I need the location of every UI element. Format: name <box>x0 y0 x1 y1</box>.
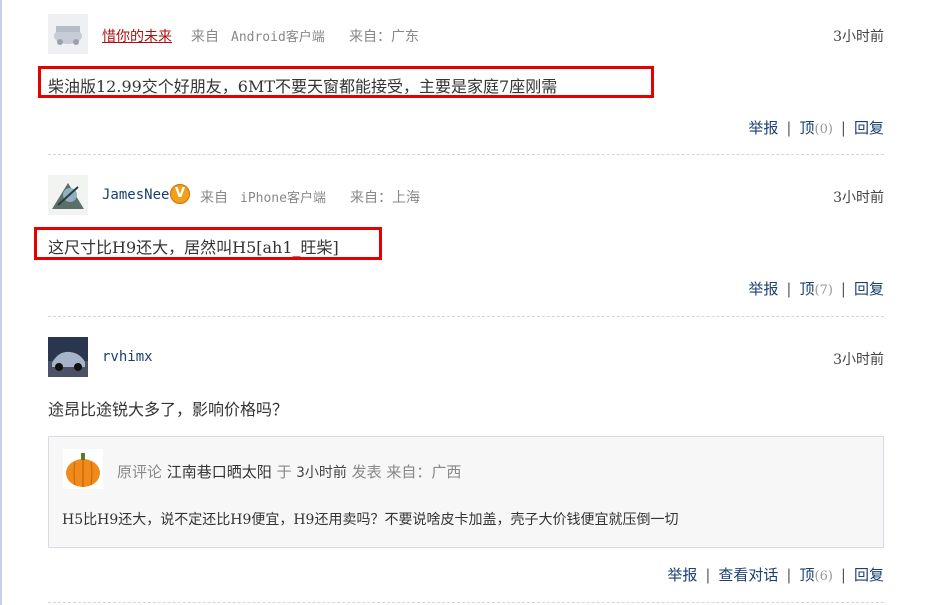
username-link[interactable]: JamesNee <box>102 187 169 203</box>
up-label: 顶 <box>799 566 815 584</box>
comment-actions: 举报 | 查看对话 | 顶(6) | 回复 <box>667 564 884 585</box>
up-label: 顶 <box>799 280 815 298</box>
quoted-comment: 原评论 江南巷口晒太阳 于 3小时前 发表 来自：广西 H5比H9还大，说不定还… <box>48 436 884 548</box>
comment-meta: 惜你的未来 来自 Android客户端 来自：广东 3小时前 <box>48 14 884 54</box>
region-source: 来自：广东 <box>349 29 419 45</box>
comment-meta: rvhimx 3小时前 <box>48 337 884 377</box>
quote-region: 来自：广西 <box>386 463 462 481</box>
up-link[interactable]: 顶(6) <box>799 566 832 584</box>
action-separator: | <box>840 280 846 298</box>
username-link[interactable]: 惜你的未来 <box>102 26 172 46</box>
quote-time: 3小时前 <box>296 465 347 481</box>
quote-text: H5比H9还大，说不定还比H9便宜，H9还用卖吗？不要说啥皮卡加盖，壳子大价钱便… <box>62 512 679 528</box>
region-source: 来自：上海 <box>350 190 420 206</box>
action-separator: | <box>840 566 846 584</box>
report-link[interactable]: 举报 <box>748 280 778 298</box>
action-separator: | <box>840 119 846 137</box>
action-separator: | <box>786 280 792 298</box>
comment-item: rvhimx 3小时前 途昂比途锐大多了，影响价格吗？ 原评论 江南巷口晒太阳 … <box>48 337 884 599</box>
reply-link[interactable]: 回复 <box>854 119 884 137</box>
action-separator: | <box>786 119 792 137</box>
comment-actions: 举报 | 顶(7) | 回复 <box>748 278 884 299</box>
up-count: (6) <box>814 569 833 584</box>
comment-divider <box>48 316 884 317</box>
pumpkin-icon <box>63 449 103 489</box>
quote-username-link[interactable]: 江南巷口晒太阳 <box>167 463 272 481</box>
comment-text: 这尺寸比H9还大，居然叫H5[ah1_旺柴] <box>48 238 339 257</box>
comment-divider <box>48 154 884 155</box>
action-separator: | <box>786 566 792 584</box>
report-link[interactable]: 举报 <box>748 119 778 137</box>
client-source: iPhone客户端 <box>240 191 326 206</box>
verified-badge-icon: V <box>170 184 190 204</box>
up-count: (7) <box>814 283 833 298</box>
quote-label: 原评论 <box>117 463 163 481</box>
username-link[interactable]: rvhimx <box>102 349 153 365</box>
avatar[interactable] <box>63 449 103 489</box>
report-link[interactable]: 举报 <box>667 566 697 584</box>
comment-actions: 举报 | 顶(0) | 回复 <box>748 117 884 138</box>
quote-posted: 发表 <box>351 463 382 481</box>
comment-item: JamesNee V 来自 iPhone客户端 来自：上海 3小时前 这尺寸比H… <box>34 175 884 301</box>
view-dialog-link[interactable]: 查看对话 <box>718 566 778 584</box>
reply-link[interactable]: 回复 <box>854 566 884 584</box>
client-source: Android客户端 <box>231 30 325 45</box>
up-link[interactable]: 顶(0) <box>799 119 832 137</box>
avatar[interactable] <box>48 14 88 54</box>
avatar[interactable] <box>48 175 88 215</box>
up-count: (0) <box>814 122 833 137</box>
comment-text: 途昂比途锐大多了，影响价格吗？ <box>48 400 289 419</box>
client-prefix: 来自 <box>191 29 219 45</box>
comment-time: 3小时前 <box>833 29 884 45</box>
avatar[interactable] <box>48 337 88 377</box>
page-left-border <box>0 0 2 605</box>
reply-link[interactable]: 回复 <box>854 280 884 298</box>
quote-at: 于 <box>276 463 292 481</box>
comment-text: 柴油版12.99交个好朋友，6MT不要天窗都能接受，主要是家庭7座刚需 <box>48 77 558 96</box>
action-separator: | <box>705 566 711 584</box>
quote-header: 原评论 江南巷口晒太阳 于 3小时前 发表 来自：广西 <box>117 461 461 482</box>
client-prefix: 来自 <box>200 190 228 206</box>
up-link[interactable]: 顶(7) <box>799 280 832 298</box>
comment-item: 惜你的未来 来自 Android客户端 来自：广东 3小时前 柴油版12.99交… <box>38 14 884 140</box>
comment-meta: JamesNee V 来自 iPhone客户端 来自：上海 3小时前 <box>48 175 884 215</box>
comment-divider <box>48 602 884 603</box>
comment-time: 3小时前 <box>833 352 884 368</box>
comment-time: 3小时前 <box>833 190 884 206</box>
up-label: 顶 <box>799 119 815 137</box>
